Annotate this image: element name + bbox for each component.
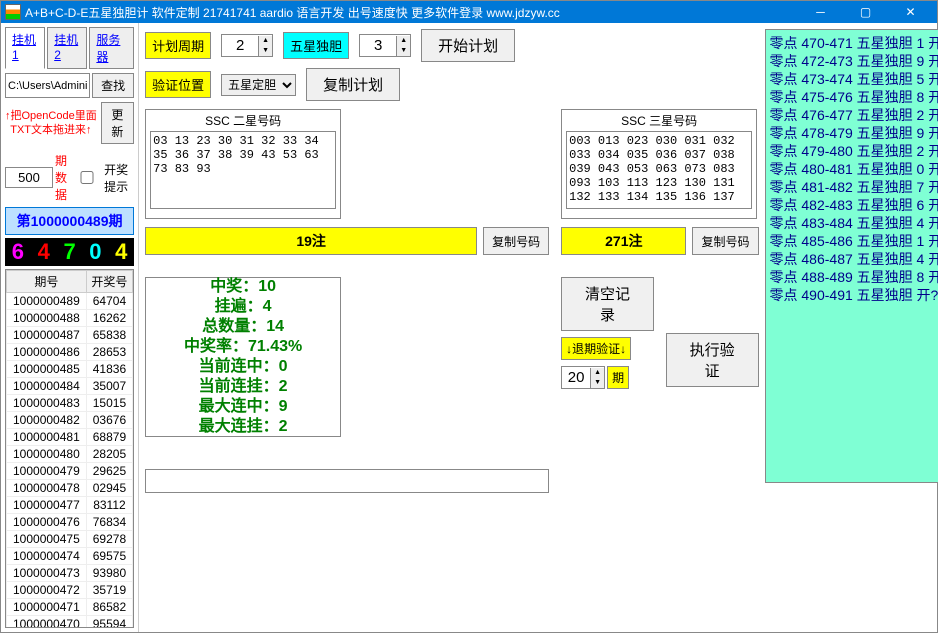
log-line: 零点 475-476 五星独胆 8 开69278 √[1] 1飞 [770, 88, 938, 106]
issue-bar: 第1000000489期 [5, 207, 134, 235]
table-row[interactable]: 100000048315015 [7, 395, 133, 412]
table-row[interactable]: 100000047929625 [7, 463, 133, 480]
alert-checkbox[interactable]: 开奖提示 [72, 161, 134, 195]
table-row[interactable]: 100000048816262 [7, 310, 133, 327]
log-line: 零点 485-486 五星独胆 1 开41836 √[1] 1飞 [770, 232, 938, 250]
ssc2-copy-button[interactable]: 复制号码 [483, 227, 549, 255]
table-row[interactable]: 100000048028205 [7, 446, 133, 463]
log-line: 零点 482-483 五星独胆 6 开03676 √[1] 2飞 [770, 196, 938, 214]
table-row[interactable]: 100000047186582 [7, 599, 133, 616]
tab-server[interactable]: 服务器 [89, 27, 134, 69]
table-row[interactable]: 100000047095594 [7, 616, 133, 629]
period-label: 期数据 [55, 152, 70, 203]
log-line: 零点 488-489 五星独胆 8 开64704 ×[2] 0飞 [770, 268, 938, 286]
fivestar-label: 五星独胆 [283, 32, 349, 59]
verify-select[interactable]: 五星定胆 [221, 74, 296, 96]
table-row[interactable]: 100000048964704 [7, 293, 133, 310]
verify-label: 验证位置 [145, 71, 211, 98]
back-verify-button[interactable]: ↓退期验证↓ [561, 337, 631, 360]
digit-4: 4 [108, 238, 134, 266]
update-button[interactable]: 更新 [101, 102, 134, 144]
close-button[interactable]: ✕ [888, 1, 933, 23]
log-panel[interactable]: 零点 470-471 五星独胆 1 开86582 ×[2] 0飞零点 472-4… [765, 29, 938, 483]
log-line: 零点 470-471 五星独胆 1 开86582 ×[2] 0飞 [770, 34, 938, 52]
tab-main1[interactable]: 挂机1 [5, 27, 45, 69]
ssc3-copy-button[interactable]: 复制号码 [692, 227, 758, 255]
back-period-spinner[interactable]: ▲▼ [561, 366, 605, 389]
ssc2-group: SSC 二星号码 03 13 23 30 31 32 33 34 35 36 3… [145, 109, 341, 219]
log-line: 零点 483-484 五星独胆 4 开35007 ×[2] 0飞 [770, 214, 938, 232]
table-row[interactable]: 100000048628653 [7, 344, 133, 361]
spin-down-icon: ▼ [258, 46, 272, 56]
ssc3-label: SSC 三星号码 [566, 112, 752, 129]
log-line: 零点 480-481 五星独胆 0 开28205 √[1] 1飞 [770, 160, 938, 178]
maximize-button[interactable]: ▢ [843, 1, 888, 23]
digits-display: 64704 [5, 238, 134, 266]
minimize-button[interactable]: ─ [798, 1, 843, 23]
bottom-box [145, 469, 549, 493]
hint-text: ↑把OpenCode里面 TXT文本拖进来↑ [5, 109, 97, 137]
ssc2-count: 19注 [145, 227, 477, 255]
table-row[interactable]: 100000047802945 [7, 480, 133, 497]
table-row[interactable]: 100000048168879 [7, 429, 133, 446]
fivestar-spinner[interactable]: ▲▼ [359, 34, 411, 57]
spin-up-icon: ▲ [258, 36, 272, 46]
clear-log-button[interactable]: 清空记录 [561, 277, 654, 331]
plan-period-label: 计划周期 [145, 32, 211, 59]
ssc2-label: SSC 二星号码 [150, 112, 336, 129]
table-row[interactable]: 100000047783112 [7, 497, 133, 514]
back-unit-label: 期 [607, 366, 629, 389]
log-line: 零点 490-491 五星独胆 开??? 等开[1] [770, 286, 938, 304]
ssc3-count: 271注 [561, 227, 686, 255]
log-line: 零点 479-480 五星独胆 2 开29625 √[2] 1飞 [770, 142, 938, 160]
period-input[interactable] [5, 167, 53, 188]
start-plan-button[interactable]: 开始计划 [421, 29, 515, 62]
table-row[interactable]: 100000047676834 [7, 514, 133, 531]
log-line: 零点 472-473 五星独胆 9 开35719 √[1] 1飞 [770, 52, 938, 70]
ssc2-textarea[interactable]: 03 13 23 30 31 32 33 34 35 36 37 38 39 4… [150, 131, 336, 209]
path-input[interactable] [5, 73, 90, 98]
ssc3-textarea[interactable]: 003 013 023 030 031 032 033 034 035 036 … [566, 131, 752, 209]
app-icon [5, 4, 21, 20]
table-row[interactable]: 100000048765838 [7, 327, 133, 344]
log-line: 零点 473-474 五星独胆 5 开69575 √[2] 2飞 [770, 70, 938, 88]
window-title: A+B+C-D-E五星独胆计 软件定制 21741741 aardio 语言开发… [25, 4, 798, 21]
table-row[interactable]: 100000047569278 [7, 531, 133, 548]
digit-0: 6 [5, 238, 31, 266]
history-grid[interactable]: 期号开奖号 1000000489647041000000488162621000… [5, 269, 134, 628]
log-line: 零点 486-487 五星独胆 4 开65838 ×[2] 0飞 [770, 250, 938, 268]
table-row[interactable]: 100000048541836 [7, 361, 133, 378]
find-button[interactable]: 查找 [92, 73, 134, 98]
titlebar: A+B+C-D-E五星独胆计 软件定制 21741741 aardio 语言开发… [1, 1, 937, 23]
exec-verify-button[interactable]: 执行验证 [666, 333, 759, 387]
table-row[interactable]: 100000047469575 [7, 548, 133, 565]
plan-period-spinner[interactable]: ▲▼ [221, 34, 273, 57]
digit-1: 4 [31, 238, 57, 266]
digit-3: 0 [82, 238, 108, 266]
tab-main2[interactable]: 挂机2 [47, 27, 87, 69]
copy-plan-button[interactable]: 复制计划 [306, 68, 400, 101]
log-line: 零点 476-477 五星独胆 2 开83112 √[2] 1飞 [770, 106, 938, 124]
log-line: 零点 478-479 五星独胆 9 开02945 √[1] 1飞 [770, 124, 938, 142]
digit-2: 7 [57, 238, 83, 266]
table-row[interactable]: 100000048435007 [7, 378, 133, 395]
table-row[interactable]: 100000047235719 [7, 582, 133, 599]
table-row[interactable]: 100000047393980 [7, 565, 133, 582]
stats-panel: 中奖：10 挂遍：4 总数量：14 中奖率：71.43% 当前连中：0 当前连挂… [145, 277, 341, 437]
table-row[interactable]: 100000048203676 [7, 412, 133, 429]
log-line: 零点 481-482 五星独胆 7 开68879 √[1] 1飞 [770, 178, 938, 196]
ssc3-group: SSC 三星号码 003 013 023 030 031 032 033 034… [561, 109, 757, 219]
